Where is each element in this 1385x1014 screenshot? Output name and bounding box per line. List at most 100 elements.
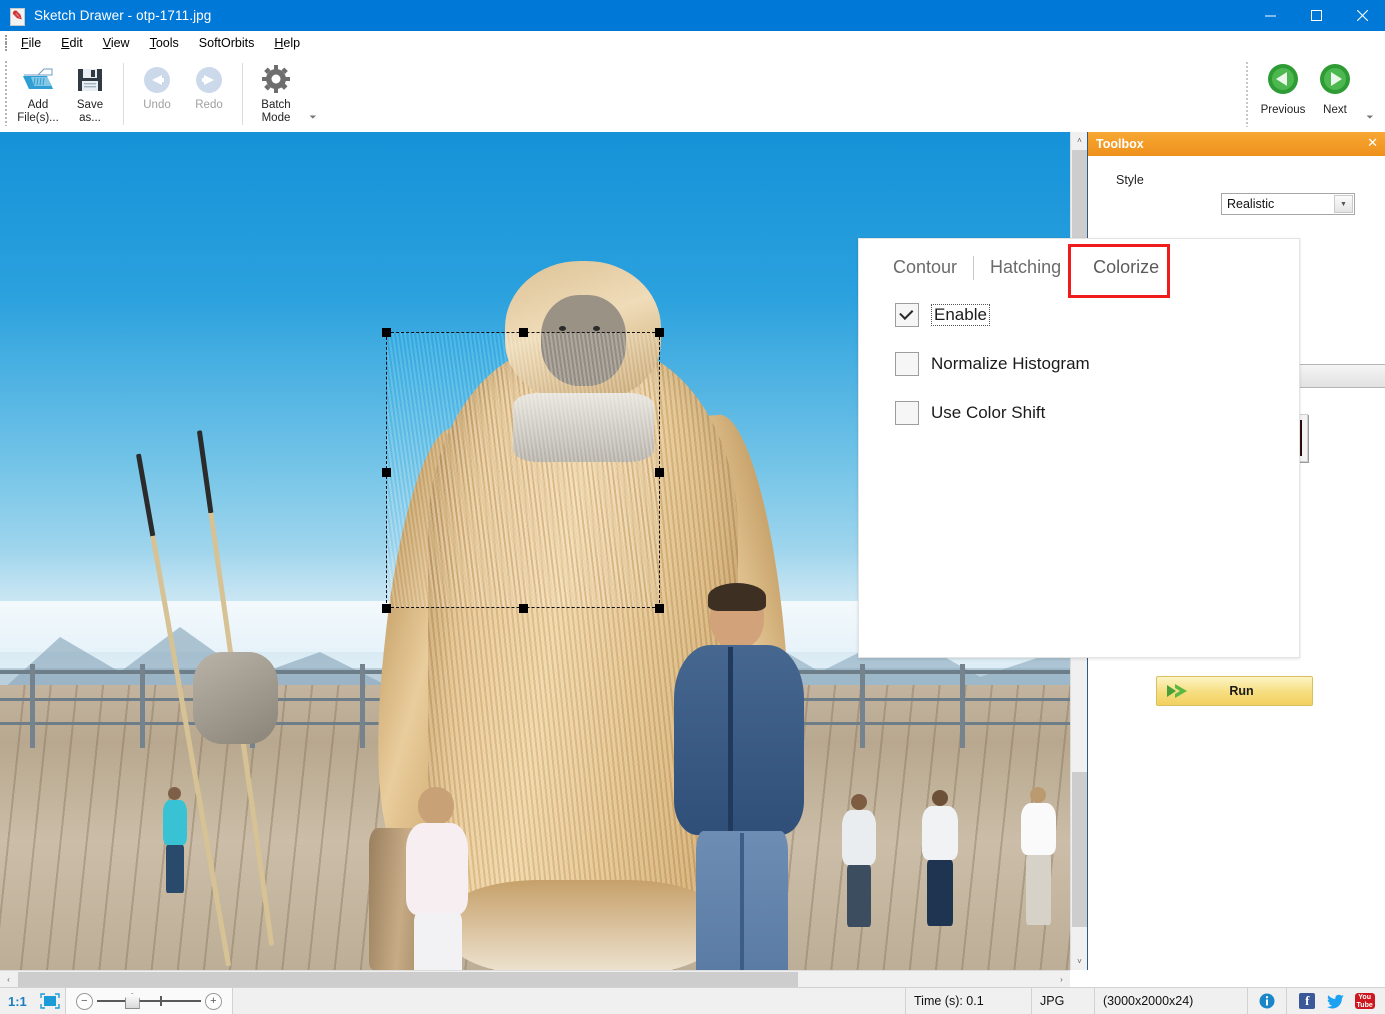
use-color-shift-label: Use Color Shift	[931, 403, 1045, 423]
window-controls	[1247, 0, 1385, 31]
selection-handle-sw[interactable]	[382, 604, 391, 613]
selection-handle-ne[interactable]	[655, 328, 664, 337]
use-color-shift-row[interactable]: Use Color Shift	[895, 401, 1045, 425]
use-color-shift-checkbox[interactable]	[895, 401, 919, 425]
menu-grip-icon	[3, 35, 11, 51]
previous-label: Previous	[1261, 104, 1306, 116]
chevron-down-icon[interactable]: ▼	[1334, 195, 1353, 213]
canvas-horizontal-scrollbar[interactable]: ‹ ›	[0, 970, 1070, 988]
person-child	[400, 787, 472, 970]
menu-tools[interactable]: Tools	[140, 34, 189, 52]
navigation-grip-icon	[1245, 61, 1249, 127]
person-background	[840, 794, 880, 939]
zoom-slider[interactable]: − +	[66, 988, 232, 1014]
batch-mode-button[interactable]: BatchMode	[250, 57, 302, 125]
previous-button[interactable]: Previous	[1257, 57, 1309, 116]
window-title: Sketch Drawer - otp-1711.jpg	[34, 8, 211, 23]
selection-handle-w[interactable]	[382, 468, 391, 477]
menu-view[interactable]: View	[93, 34, 140, 52]
menu-edit[interactable]: Edit	[51, 34, 93, 52]
save-as-button[interactable]: Saveas...	[64, 57, 116, 125]
toolbar: AddFile(s)... Saveas...	[0, 55, 1385, 133]
enable-option-row[interactable]: Enable	[895, 303, 990, 327]
next-label: Next	[1323, 104, 1347, 116]
normalize-histogram-checkbox[interactable]	[895, 352, 919, 376]
vertical-scroll-thumb-2[interactable]	[1072, 772, 1087, 927]
toolbox-close-icon[interactable]: ✕	[1367, 136, 1378, 150]
minimize-button[interactable]	[1247, 0, 1293, 31]
menu-file[interactable]: File	[11, 34, 51, 52]
normalize-histogram-label: Normalize Histogram	[931, 354, 1090, 374]
zoom-out-button[interactable]: −	[76, 993, 93, 1010]
twitter-icon[interactable]	[1323, 988, 1349, 1014]
zoom-in-button[interactable]: +	[205, 993, 222, 1010]
style-dropdown[interactable]: Realistic ▼	[1221, 193, 1355, 215]
save-as-label: Saveas...	[77, 99, 103, 125]
application-window: ✎ Sketch Drawer - otp-1711.jpg File Edit…	[0, 0, 1385, 1013]
style-row: Style	[1088, 168, 1385, 192]
toolbar-file-group: AddFile(s)... Saveas...	[12, 57, 320, 125]
toolbar-collapse-button[interactable]: ⏷	[306, 111, 320, 123]
redo-label: Redo	[195, 99, 223, 112]
colorize-tab-highlight	[1068, 244, 1170, 298]
scroll-left-arrow-icon[interactable]: ‹	[0, 971, 17, 988]
gear-icon	[260, 62, 292, 98]
effect-options-popup: Contour Hatching Colorize Enable Normali…	[858, 238, 1300, 658]
processing-time-cell: Time (s): 0.1	[906, 988, 1032, 1014]
zoom-slider-knob[interactable]	[125, 993, 140, 1009]
status-bar: 1:1 − +	[0, 987, 1385, 1014]
selection-border	[386, 332, 660, 608]
undo-icon	[142, 62, 172, 98]
close-button[interactable]	[1339, 0, 1385, 31]
toolbar-navigation-group: Previous Next ⏷	[1245, 57, 1377, 127]
processing-time-label: Time (s): 0.1	[906, 994, 992, 1008]
person-background	[920, 790, 962, 940]
navigation-collapse-wrap: ⏷	[1361, 57, 1377, 125]
toolbox-header: Toolbox ✕	[1088, 132, 1385, 156]
info-cell[interactable]	[1248, 988, 1287, 1014]
run-arrow-icon	[1163, 681, 1193, 701]
image-dimensions-label: (3000x2000x24)	[1095, 994, 1201, 1008]
next-button[interactable]: Next	[1309, 57, 1361, 116]
redo-button[interactable]: Redo	[183, 57, 235, 112]
youtube-icon[interactable]: YouTube	[1352, 988, 1378, 1014]
normalize-histogram-row[interactable]: Normalize Histogram	[895, 352, 1090, 376]
menu-softorbits[interactable]: SoftOrbits	[189, 34, 265, 52]
tab-divider	[973, 256, 974, 280]
selection-handle-e[interactable]	[655, 468, 664, 477]
scroll-up-arrow-icon[interactable]: ˄	[1071, 132, 1088, 149]
add-files-button[interactable]: AddFile(s)...	[12, 57, 64, 125]
add-files-icon	[21, 62, 55, 98]
scroll-right-arrow-icon[interactable]: ›	[1053, 971, 1070, 988]
info-icon[interactable]	[1254, 988, 1280, 1014]
app-icon: ✎	[8, 7, 26, 25]
maximize-button[interactable]	[1293, 0, 1339, 31]
facebook-icon[interactable]: f	[1294, 988, 1320, 1014]
file-format-cell: JPG	[1032, 988, 1095, 1014]
selection-handle-se[interactable]	[655, 604, 664, 613]
enable-label: Enable	[931, 304, 990, 326]
tab-hatching[interactable]: Hatching	[978, 253, 1073, 282]
next-arrow-icon	[1318, 62, 1352, 96]
enable-checkbox[interactable]	[895, 303, 919, 327]
fit-to-screen-icon[interactable]	[35, 988, 65, 1014]
selection-handle-nw[interactable]	[382, 328, 391, 337]
toolbar-separator	[123, 63, 124, 125]
menu-help[interactable]: Help	[264, 34, 310, 52]
run-button[interactable]: Run	[1156, 676, 1313, 706]
image-dimensions-cell: (3000x2000x24)	[1095, 988, 1248, 1014]
horizontal-scroll-thumb[interactable]	[18, 972, 798, 987]
navigation-collapse-button[interactable]: ⏷	[1363, 111, 1377, 123]
selection-handle-s[interactable]	[519, 604, 528, 613]
selection-handle-n[interactable]	[519, 328, 528, 337]
style-label: Style	[1116, 173, 1196, 187]
undo-button[interactable]: Undo	[131, 57, 183, 112]
social-links-cell: f YouTube	[1287, 988, 1385, 1014]
selection-rectangle[interactable]	[386, 332, 660, 608]
zoom-slider-track[interactable]	[97, 994, 201, 1009]
scroll-down-arrow-icon[interactable]: ˅	[1071, 953, 1088, 970]
style-value: Realistic	[1227, 197, 1274, 211]
person-background	[1018, 787, 1060, 942]
run-label: Run	[1193, 684, 1312, 698]
tab-contour[interactable]: Contour	[881, 253, 969, 282]
